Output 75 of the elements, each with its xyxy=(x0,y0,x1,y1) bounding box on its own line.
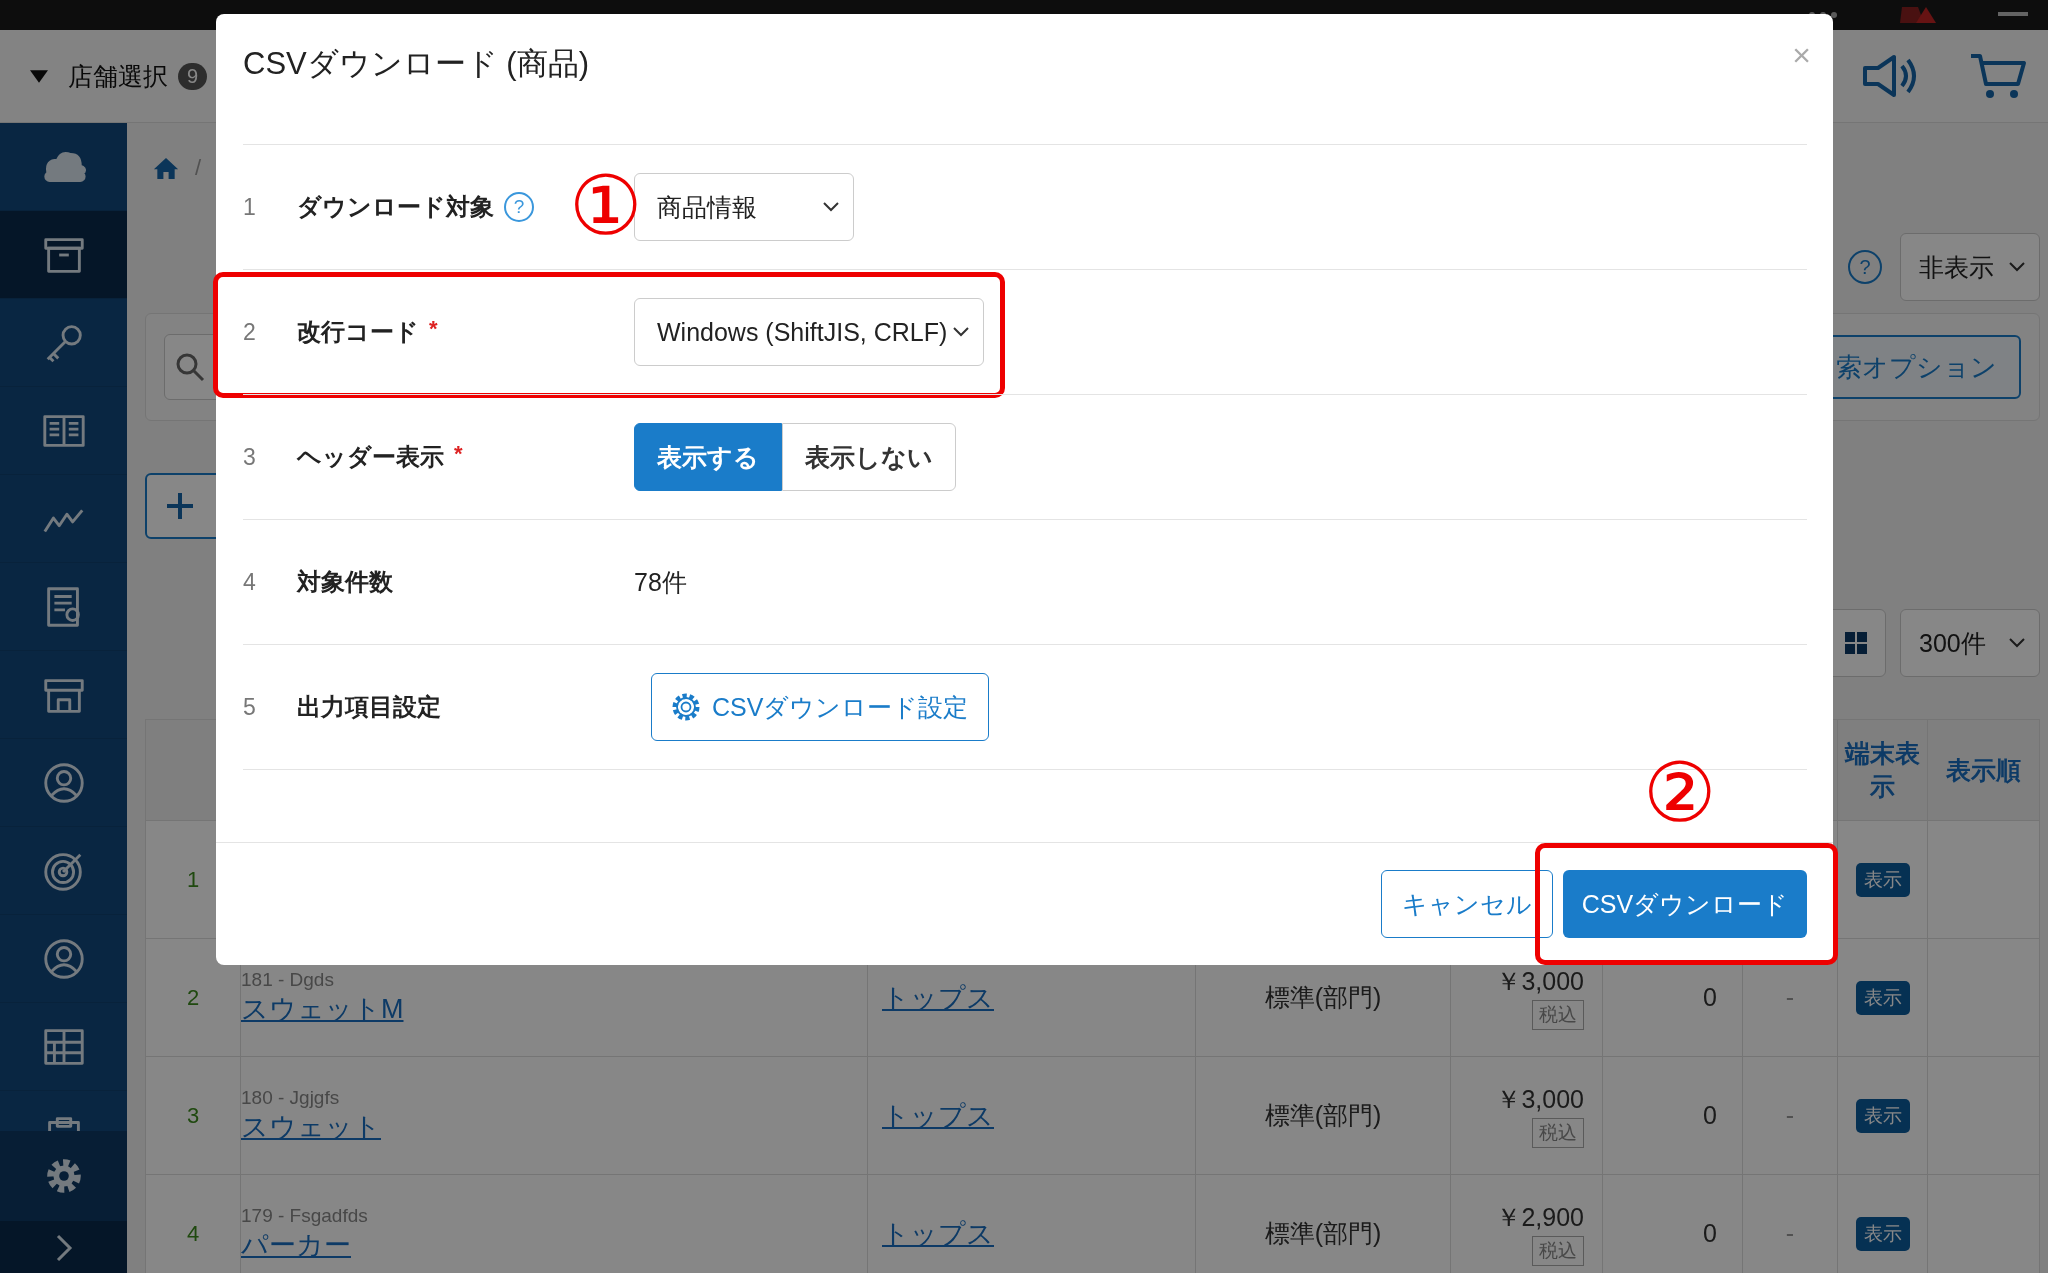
field-label: ヘッダー表示 xyxy=(297,442,444,472)
row-number: 1 xyxy=(243,193,257,221)
display-badge: 表示 xyxy=(1855,1098,1910,1133)
field-label: ダウンロード対象 xyxy=(297,192,494,222)
category-link[interactable]: トップス xyxy=(882,1097,1195,1134)
field-value: 78件 xyxy=(634,567,687,596)
download-button[interactable]: CSVダウンロード xyxy=(1563,870,1807,938)
help-icon[interactable]: ? xyxy=(1848,250,1882,284)
callout-number: ② xyxy=(1643,752,1717,834)
row-number: 2 xyxy=(186,984,200,1011)
caret-icon xyxy=(953,327,969,337)
tax-tag: 税込 xyxy=(1532,1118,1584,1148)
breadcrumb-separator: / xyxy=(195,155,202,181)
toggle-option[interactable]: 表示しない xyxy=(782,423,956,491)
table-cell-text: 標準(部門) xyxy=(1264,1100,1382,1131)
settings-item[interactable] xyxy=(0,1131,127,1221)
row-number: 1 xyxy=(186,866,200,893)
caret-icon xyxy=(823,202,839,212)
tax-tag: 税込 xyxy=(1532,1236,1584,1266)
product-code: 180 - Jgjgfs xyxy=(241,1086,341,1109)
table-cell-text: 標準(部門) xyxy=(1264,982,1382,1013)
plus-icon xyxy=(165,491,195,521)
product-code: 181 - Dgds xyxy=(241,968,335,991)
cancel-button[interactable]: キャンセル xyxy=(1381,870,1553,938)
page-size-select[interactable]: 300件 xyxy=(1900,609,2040,677)
field-label: 対象件数 xyxy=(297,567,393,597)
column-header[interactable]: 表示順 xyxy=(1946,753,2021,787)
product-name-link[interactable]: スウェット xyxy=(241,1108,867,1145)
visibility-select[interactable]: 非表示 xyxy=(1900,233,2040,301)
search-icon xyxy=(175,352,205,382)
column-header[interactable]: 端末表示 xyxy=(1842,737,1923,803)
store-count-badge: 9 xyxy=(178,62,208,90)
caret-icon xyxy=(2009,638,2025,648)
row-number: 3 xyxy=(243,443,257,471)
help-icon[interactable]: ? xyxy=(504,192,534,222)
row-number: 3 xyxy=(186,1102,200,1129)
display-badge: 表示 xyxy=(1855,862,1910,897)
caret-icon xyxy=(2009,262,2025,272)
product-code: 179 - Fsgadfds xyxy=(241,1204,369,1227)
table-cell: - xyxy=(1785,1101,1795,1130)
product-name-link[interactable]: パーカー xyxy=(241,1226,867,1263)
price: ￥2,900 xyxy=(1496,1202,1584,1233)
select-field[interactable]: Windows (ShiftJIS, CRLF) xyxy=(634,298,984,366)
caret-icon xyxy=(30,69,48,83)
price: ￥3,000 xyxy=(1496,1084,1584,1115)
price: ￥3,000 xyxy=(1496,966,1584,997)
category-link[interactable]: トップス xyxy=(882,1215,1195,1252)
close-button[interactable]: × xyxy=(1792,36,1811,74)
display-badge: 表示 xyxy=(1855,980,1910,1015)
product-name-link[interactable]: スウェットM xyxy=(241,990,867,1027)
table-cell: 0 xyxy=(1703,983,1717,1012)
field-label: 出力項目設定 xyxy=(297,692,441,722)
row-number: 4 xyxy=(243,568,257,596)
row-number: 4 xyxy=(186,1220,200,1247)
display-badge: 表示 xyxy=(1855,1216,1910,1251)
category-link[interactable]: トップス xyxy=(882,979,1195,1016)
row-number: 5 xyxy=(243,693,257,721)
sidebar-item[interactable] xyxy=(0,211,127,299)
dialog-title: CSVダウンロード (商品) xyxy=(243,45,589,83)
required-mark: * xyxy=(454,441,463,467)
required-mark: * xyxy=(429,316,438,342)
table-cell: 0 xyxy=(1703,1219,1717,1248)
grid-icon xyxy=(1844,631,1868,655)
toggle-option[interactable]: 表示する xyxy=(634,423,782,491)
field-label: 改行コード xyxy=(297,317,419,347)
home-icon[interactable] xyxy=(153,156,179,180)
table-cell: - xyxy=(1785,1219,1795,1248)
tax-tag: 税込 xyxy=(1532,1000,1584,1030)
csv-settings-button[interactable]: CSVダウンロード設定 xyxy=(651,673,990,741)
table-cell: 0 xyxy=(1703,1101,1717,1130)
store-select[interactable]: 店舗選択 xyxy=(30,59,168,93)
row-number: 2 xyxy=(243,318,257,346)
table-cell-text: 標準(部門) xyxy=(1264,1218,1382,1249)
cart-icon[interactable] xyxy=(1968,51,2028,101)
table-cell: - xyxy=(1785,983,1795,1012)
